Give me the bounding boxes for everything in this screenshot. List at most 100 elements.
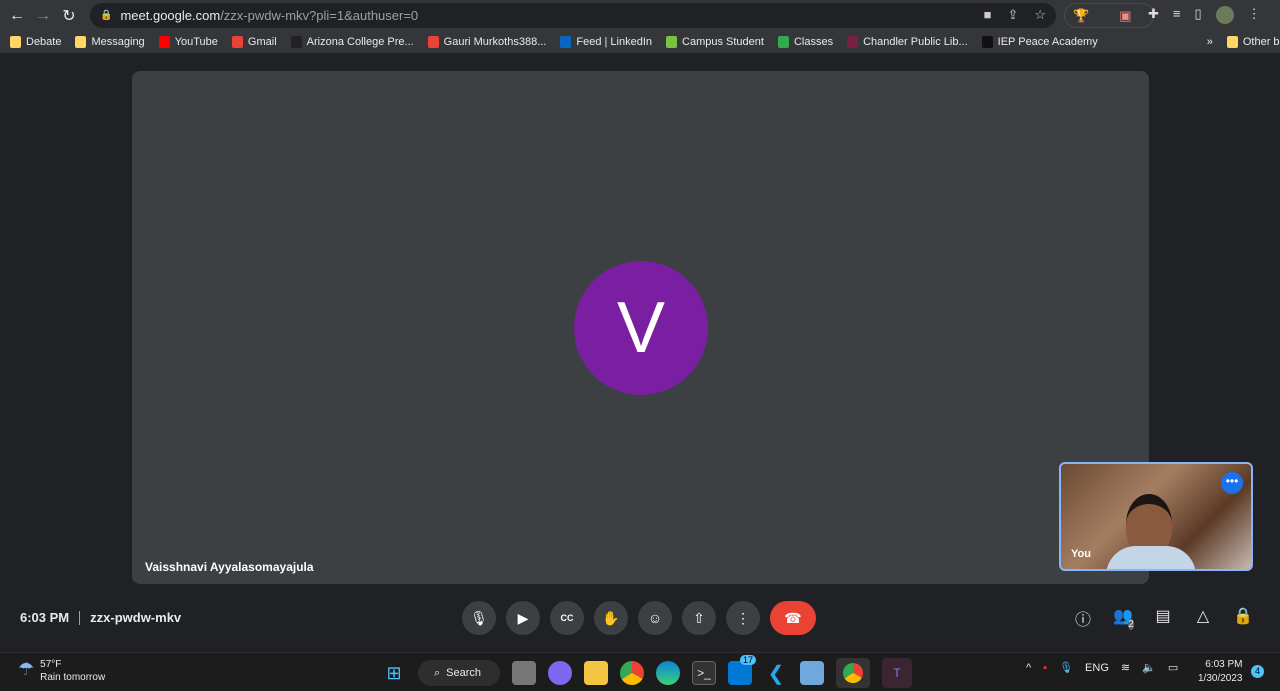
start-icon[interactable]: ⊞ — [382, 661, 406, 685]
forward-icon[interactable]: → — [30, 7, 56, 25]
meeting-code: zzx-pwdw-mkv — [90, 610, 182, 625]
bookmark-item[interactable]: Arizona College Pre... — [290, 36, 414, 48]
meeting-side-controls: ⓘ 👥2 ▤ △ 🔒 — [1072, 606, 1254, 645]
back-icon[interactable]: ← — [4, 7, 30, 25]
bookmark-label: Chandler Public Lib... — [863, 36, 968, 48]
task-view-icon[interactable] — [512, 661, 536, 685]
search-button[interactable]: ⌕ Search — [418, 660, 500, 686]
temperature: 57°F — [40, 659, 62, 670]
camera-icon[interactable]: ■ — [984, 7, 992, 23]
bookmark-icon — [158, 36, 170, 48]
bookmark-label: Messaging — [91, 36, 145, 48]
bookmark-icon — [981, 36, 993, 48]
bookmark-item[interactable]: IEP Peace Academy — [981, 36, 1098, 48]
self-video — [1126, 494, 1172, 554]
notepad-icon[interactable] — [800, 661, 824, 685]
people-count-badge: 2 — [1128, 619, 1134, 630]
self-view-tile[interactable]: You ••• — [1059, 462, 1253, 571]
extensions-area: 🏆 ▣ — [1064, 3, 1154, 28]
search-icon: ⌕ — [434, 666, 441, 679]
share-icon[interactable]: ⇪ — [1007, 7, 1018, 23]
wifi-icon[interactable]: ≋ — [1121, 661, 1130, 674]
more-options-icon[interactable]: ••• — [1221, 472, 1243, 494]
bookmark-icon — [666, 36, 678, 48]
bookmark-icon — [847, 36, 859, 48]
clock-time: 6:03 PM — [1205, 659, 1243, 670]
clock[interactable]: 6:03 PM 1/30/2023 — [1198, 658, 1243, 686]
profile-avatar[interactable] — [1215, 6, 1234, 24]
weather-widget[interactable]: ☂ 57°F Rain tomorrow — [18, 659, 105, 683]
bookmark-item[interactable]: Debate — [10, 36, 61, 48]
trophy-icon[interactable]: 🏆 — [1073, 8, 1089, 24]
bookmark-item[interactable]: Feed | LinkedIn — [560, 36, 652, 48]
address-bar[interactable]: 🔒 meet.google.com/zzx-pwdw-mkv?pli=1&aut… — [90, 3, 1056, 28]
chrome-active-icon[interactable] — [836, 658, 870, 688]
rain-icon: ☂ — [18, 659, 35, 679]
bookmark-item[interactable]: Chandler Public Lib... — [847, 36, 968, 48]
star-icon[interactable]: ☆ — [1034, 7, 1046, 23]
puzzle-icon[interactable]: ✚ — [1148, 6, 1159, 24]
bookmark-label: IEP Peace Academy — [997, 36, 1098, 48]
chat-icon[interactable]: ▤ — [1152, 606, 1174, 645]
teams-icon[interactable]: T — [882, 658, 912, 688]
terminal-icon[interactable]: >_ — [692, 661, 716, 685]
file-explorer-icon[interactable] — [584, 661, 608, 685]
bookmark-label: Debate — [26, 36, 62, 48]
bookmark-label: Gauri Murkoths388... — [443, 36, 547, 48]
extension-icon[interactable]: ▣ — [1119, 8, 1131, 24]
activities-icon[interactable]: △ — [1192, 606, 1214, 645]
participant-name: Vaisshnavi Ayyalasomayajula — [145, 560, 314, 574]
meeting-time: 6:03 PM — [20, 610, 70, 625]
bookmark-item[interactable]: YouTube — [158, 36, 218, 48]
bookmark-item[interactable]: Messaging — [75, 36, 145, 48]
chrome-icon[interactable] — [620, 661, 644, 685]
present-button[interactable]: ⇧ — [682, 601, 716, 635]
end-call-button[interactable]: ☎ — [770, 601, 816, 635]
other-bookmarks[interactable]: Other bookmarks — [1226, 36, 1280, 48]
bookmark-icon — [231, 36, 243, 48]
app-tray-icon[interactable]: ▪ — [1043, 662, 1047, 674]
participant-tile: V Vaisshnavi Ayyalasomayajula — [132, 71, 1149, 584]
people-icon[interactable]: 👥2 — [1112, 606, 1134, 645]
chevron-up-icon[interactable]: ^ — [1026, 662, 1031, 674]
host-controls-icon[interactable]: 🔒 — [1232, 606, 1254, 645]
info-icon[interactable]: ⓘ — [1072, 606, 1094, 645]
side-panel-icon[interactable]: ▯ — [1195, 6, 1202, 24]
taskbar: ☂ 57°F Rain tomorrow ⊞ ⌕ Search >_ 17 ❮ T … — [0, 652, 1280, 691]
bookmark-icon — [777, 36, 789, 48]
media-icon[interactable]: ≡ — [1173, 6, 1181, 24]
edge-icon[interactable] — [656, 661, 680, 685]
reload-icon[interactable]: ↻ — [56, 6, 82, 26]
microphone-button[interactable]: 🎙 — [462, 601, 496, 635]
divider — [79, 610, 81, 625]
mic-tray-icon[interactable]: 🎙 — [1059, 661, 1073, 674]
chat-app-icon[interactable] — [548, 661, 572, 685]
lock-icon: 🔒 — [100, 10, 113, 21]
folder-icon — [1226, 36, 1238, 48]
notification-badge[interactable]: 4 — [1251, 665, 1264, 678]
call-controls: 🎙 ▶ CC ✋ ☺ ⇧ ⋮ ☎ — [462, 601, 816, 635]
raise-hand-button[interactable]: ✋ — [594, 601, 628, 635]
bookmark-label: Classes — [793, 36, 834, 48]
clock-date: 1/30/2023 — [1198, 673, 1243, 684]
browser-toolbar: ← → ↻ 🔒 meet.google.com/zzx-pwdw-mkv?pli… — [0, 0, 1280, 31]
captions-button[interactable]: CC — [550, 601, 584, 635]
reactions-button[interactable]: ☺ — [638, 601, 672, 635]
bookmark-icon — [427, 36, 439, 48]
bookmark-item[interactable]: Gmail — [231, 36, 277, 48]
bookmark-item[interactable]: Gauri Murkoths388... — [427, 36, 547, 48]
vscode-icon[interactable]: ❮ — [764, 661, 788, 685]
bookmark-item[interactable]: Campus Student — [666, 36, 764, 48]
battery-icon[interactable]: ▭ — [1168, 661, 1178, 674]
more-bookmarks-icon[interactable]: » — [1207, 36, 1213, 48]
menu-icon[interactable]: ⋮ — [1248, 6, 1261, 24]
camera-button[interactable]: ▶ — [506, 601, 540, 635]
mail-icon[interactable]: 17 — [728, 655, 756, 685]
language-indicator[interactable]: ENG — [1085, 662, 1109, 674]
bookmark-icon — [290, 36, 302, 48]
volume-icon[interactable]: 🔈 — [1142, 661, 1156, 674]
more-options-button[interactable]: ⋮ — [726, 601, 760, 635]
bookmark-item[interactable]: Classes — [777, 36, 834, 48]
bookmark-icon — [75, 36, 87, 48]
meeting-info: 6:03 PM zzx-pwdw-mkv — [20, 610, 181, 625]
